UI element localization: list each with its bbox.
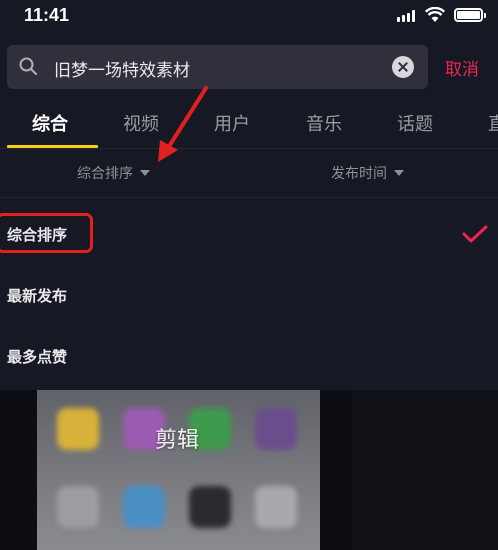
tab-bar: 综合 视频 用户 音乐 话题 直 <box>0 104 498 148</box>
app-icon <box>255 486 297 528</box>
annotation-highlight-box <box>0 213 93 253</box>
caret-down-icon <box>140 170 150 176</box>
app-icon <box>255 408 297 450</box>
tab-comprehensive[interactable]: 综合 <box>32 110 68 136</box>
search-query: 旧梦一场特效素材 <box>54 61 190 81</box>
app-icon <box>57 486 99 528</box>
caret-down-icon <box>394 170 404 176</box>
time-filter-label: 发布时间 <box>331 166 387 182</box>
sort-bar: 综合排序 发布时间 <box>0 149 498 197</box>
video-thumbnail[interactable] <box>352 390 498 550</box>
sort-menu: 综合排序 最新发布 最多点赞 <box>0 198 498 390</box>
cancel-button[interactable]: 取消 <box>445 55 479 80</box>
app-icon <box>189 486 231 528</box>
tab-music[interactable]: 音乐 <box>306 110 342 136</box>
search-icon <box>19 57 37 75</box>
battery-icon <box>454 8 486 22</box>
status-time: 11:41 <box>24 5 70 25</box>
search-input[interactable]: 旧梦一场特效素材 <box>7 45 428 89</box>
annotation-arrow <box>158 86 208 162</box>
check-icon <box>462 225 488 243</box>
thumbnail-title: 剪辑 <box>155 428 200 453</box>
tab-live[interactable]: 直 <box>488 110 498 136</box>
sort-dropdown[interactable]: 综合排序 <box>77 163 150 183</box>
sort-label: 综合排序 <box>77 166 133 182</box>
tab-topics[interactable]: 话题 <box>397 110 433 136</box>
search-results: 剪辑 <box>0 390 498 550</box>
app-icon <box>123 486 165 528</box>
wifi-icon <box>425 7 445 22</box>
tab-users[interactable]: 用户 <box>214 110 250 136</box>
clear-icon[interactable] <box>392 56 414 78</box>
status-bar: 11:41 <box>0 0 498 34</box>
video-thumbnail[interactable]: 剪辑 <box>37 390 320 550</box>
sort-option-latest[interactable]: 最新发布 <box>7 285 67 306</box>
app-icon <box>57 408 99 450</box>
signal-icon <box>397 10 415 22</box>
sort-option-most-liked[interactable]: 最多点赞 <box>7 346 67 367</box>
time-filter-dropdown[interactable]: 发布时间 <box>331 163 404 183</box>
